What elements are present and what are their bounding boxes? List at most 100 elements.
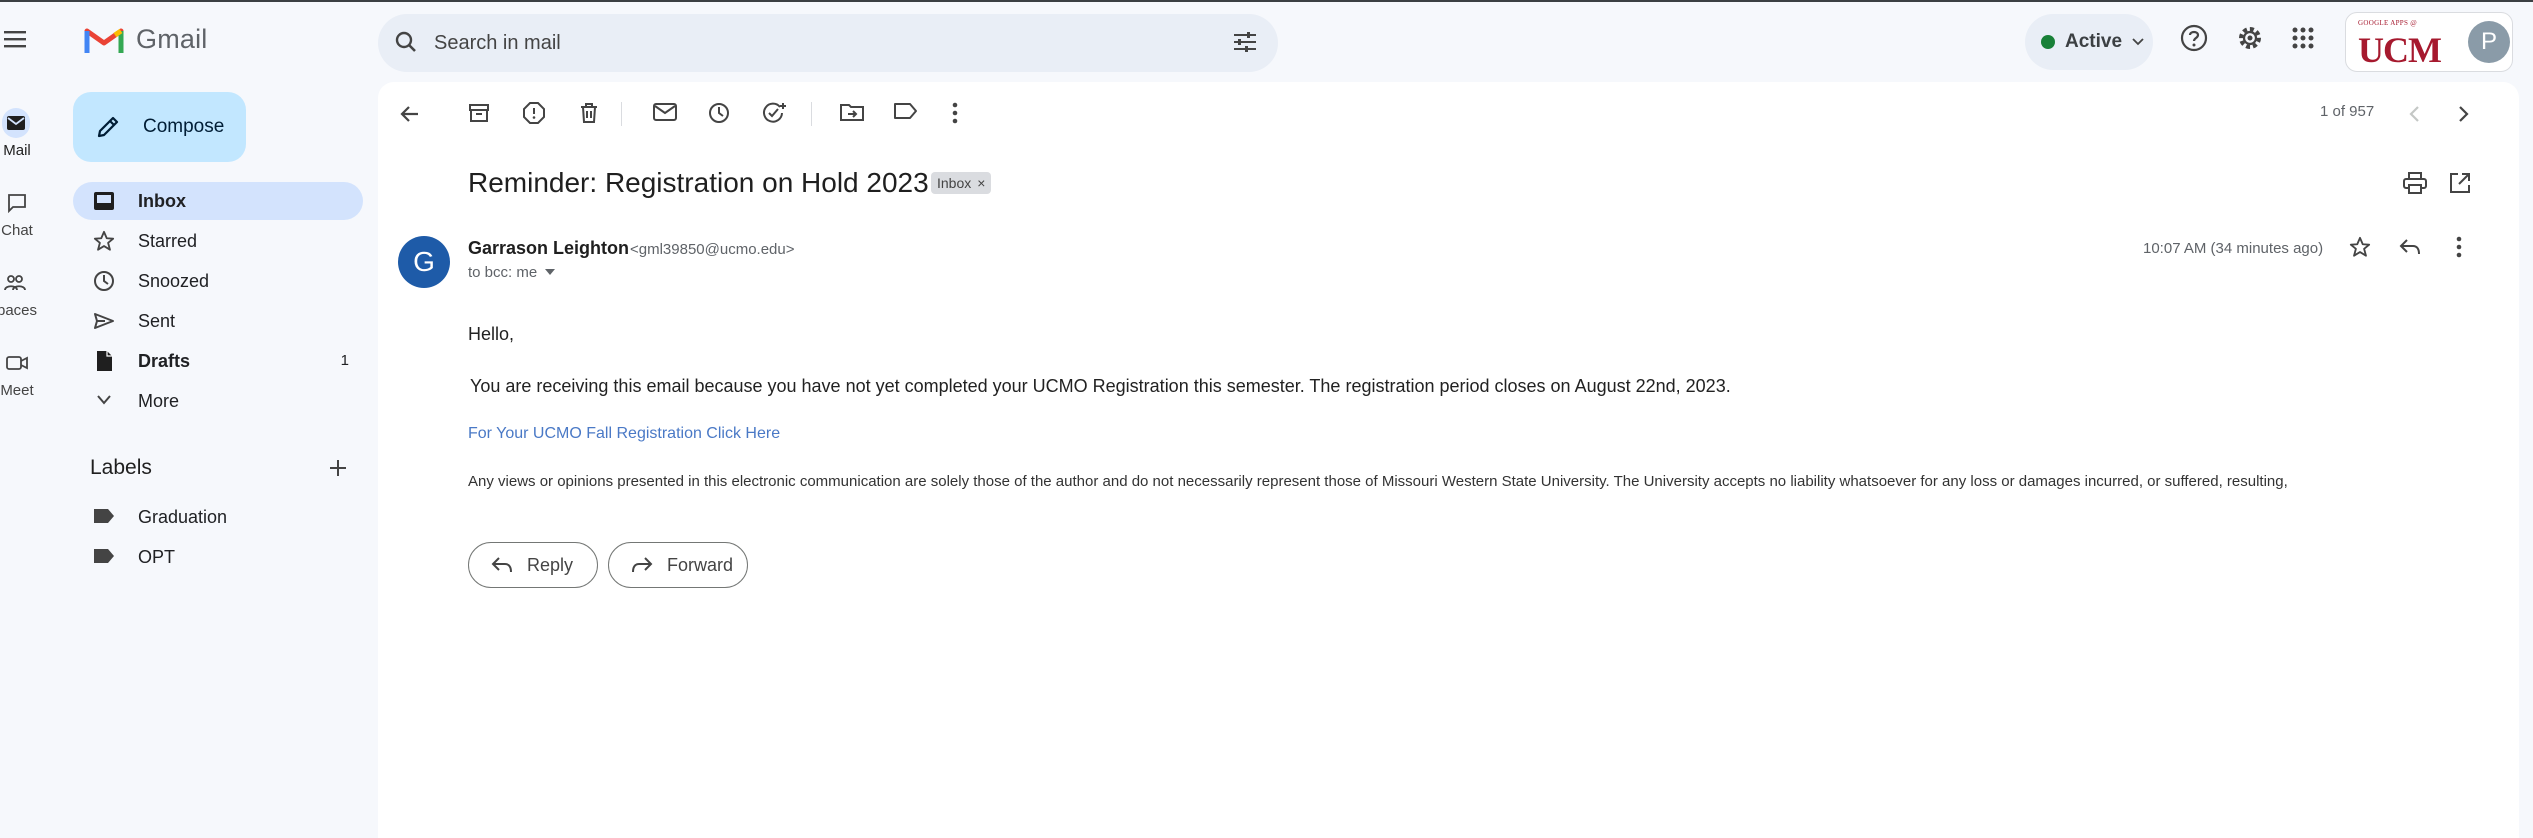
registration-link[interactable]: For Your UCMO Fall Registration Click He… bbox=[468, 425, 780, 443]
rail-mail-label: Mail bbox=[3, 142, 31, 159]
settings-gear-icon[interactable] bbox=[2236, 24, 2264, 52]
app-name: Gmail bbox=[136, 24, 208, 54]
video-camera-icon bbox=[2, 348, 32, 378]
reply-icon bbox=[491, 557, 512, 573]
chevron-down-icon bbox=[97, 395, 111, 405]
app-rail: Mail Chat paces Meet bbox=[0, 2, 58, 838]
org-logo: UCM bbox=[2358, 30, 2442, 70]
status-dot-icon bbox=[2041, 35, 2055, 49]
add-label-icon[interactable] bbox=[328, 458, 348, 478]
print-icon[interactable] bbox=[2403, 172, 2427, 194]
sidebar-item-label: Sent bbox=[138, 311, 176, 331]
label-tag-icon bbox=[93, 548, 115, 564]
sender-email: <gml39850@ucmo.edu> bbox=[630, 241, 795, 258]
clock-icon bbox=[93, 270, 115, 292]
gmail-logo[interactable]: Gmail bbox=[84, 24, 208, 55]
delete-trash-icon[interactable] bbox=[578, 102, 600, 124]
window-top-border bbox=[0, 0, 2533, 2]
sidebar-item-starred[interactable]: Starred bbox=[73, 222, 363, 260]
sidebar-item-label: Snoozed bbox=[138, 271, 210, 291]
inbox-icon bbox=[93, 190, 115, 212]
reply-button[interactable]: Reply bbox=[468, 542, 598, 588]
email-body-paragraph: You are receiving this email because you… bbox=[470, 376, 1731, 396]
sidebar-item-sent[interactable]: Sent bbox=[73, 302, 363, 340]
label-icon[interactable] bbox=[894, 102, 918, 120]
reply-label: Reply bbox=[527, 554, 574, 575]
inbox-label-text: Inbox bbox=[937, 175, 972, 191]
remove-label-icon[interactable]: × bbox=[977, 175, 985, 191]
gmail-m-icon bbox=[84, 28, 124, 53]
previous-message-icon[interactable] bbox=[2408, 106, 2420, 122]
sidebar-item-label: Starred bbox=[138, 231, 198, 251]
sidebar-item-snoozed[interactable]: Snoozed bbox=[73, 262, 363, 300]
org-logo-small-text: GOOGLE APPS @ bbox=[2358, 19, 2417, 27]
toolbar-divider bbox=[621, 102, 622, 126]
mail-icon bbox=[2, 108, 30, 138]
search-icon[interactable] bbox=[394, 30, 418, 54]
chat-icon bbox=[2, 188, 32, 218]
search-bar[interactable] bbox=[378, 14, 1278, 72]
sidebar-item-drafts[interactable]: Drafts 1 bbox=[73, 342, 363, 380]
inbox-label-chip[interactable]: Inbox × bbox=[931, 172, 992, 194]
more-options-icon[interactable] bbox=[952, 102, 958, 124]
snooze-clock-icon[interactable] bbox=[708, 102, 730, 124]
forward-label: Forward bbox=[667, 554, 734, 575]
status-label: Active bbox=[2065, 31, 2123, 52]
sidebar-label-opt[interactable]: OPT bbox=[73, 538, 363, 576]
report-spam-icon[interactable] bbox=[523, 102, 545, 124]
forward-icon bbox=[632, 557, 653, 573]
sidebar-item-more[interactable]: More bbox=[73, 382, 363, 420]
hamburger-menu-icon bbox=[4, 31, 26, 48]
apps-grid-icon[interactable] bbox=[2292, 27, 2314, 49]
open-in-new-window-icon[interactable] bbox=[2449, 172, 2471, 194]
compose-button[interactable]: Compose bbox=[73, 92, 246, 162]
next-message-icon[interactable] bbox=[2458, 106, 2470, 122]
help-icon[interactable] bbox=[2180, 24, 2208, 52]
search-options-icon[interactable] bbox=[1232, 30, 1258, 54]
recipient-details[interactable]: to bcc: me bbox=[468, 264, 556, 281]
move-to-folder-icon[interactable] bbox=[840, 102, 864, 122]
caret-down-icon bbox=[545, 269, 556, 275]
email-subject: Reminder: Registration on Hold 2023 bbox=[468, 167, 929, 198]
main-menu-button[interactable] bbox=[4, 30, 26, 48]
mark-unread-icon[interactable] bbox=[653, 102, 677, 122]
back-arrow-icon[interactable] bbox=[400, 104, 420, 124]
add-to-tasks-icon[interactable] bbox=[762, 102, 788, 124]
labels-heading: Labels bbox=[90, 456, 152, 479]
rail-meet-label: Meet bbox=[0, 382, 34, 399]
label-tag-icon bbox=[93, 508, 115, 524]
status-selector[interactable]: Active bbox=[2025, 14, 2153, 70]
message-timestamp: 10:07 AM (34 minutes ago) bbox=[2143, 240, 2324, 257]
sidebar-item-label: Drafts bbox=[138, 351, 191, 371]
star-icon[interactable] bbox=[2349, 236, 2371, 258]
sidebar-item-label: OPT bbox=[138, 547, 176, 567]
pencil-icon bbox=[97, 116, 119, 138]
archive-icon[interactable] bbox=[468, 102, 490, 124]
search-input[interactable] bbox=[432, 24, 1192, 62]
message-panel: 1 of 957 Reminder: Registration on Hold … bbox=[378, 82, 2519, 838]
sidebar-label-graduation[interactable]: Graduation bbox=[73, 498, 363, 536]
account-switcher[interactable]: GOOGLE APPS @ UCM P bbox=[2345, 12, 2513, 72]
sidebar-item-label: More bbox=[138, 391, 180, 411]
sidebar-item-label: Inbox bbox=[138, 191, 186, 211]
draft-icon bbox=[93, 350, 115, 372]
star-icon bbox=[93, 230, 115, 252]
chevron-down-icon bbox=[2132, 38, 2144, 46]
reply-arrow-icon[interactable] bbox=[2399, 238, 2421, 256]
avatar[interactable]: P bbox=[2468, 21, 2510, 63]
rail-chat-label: Chat bbox=[1, 222, 33, 239]
sidebar-item-label: Graduation bbox=[138, 507, 228, 527]
forward-button[interactable]: Forward bbox=[608, 542, 748, 588]
message-more-options-icon[interactable] bbox=[2456, 236, 2462, 258]
sidebar-item-inbox[interactable]: Inbox bbox=[73, 182, 363, 220]
sender-name[interactable]: Garrason Leighton bbox=[468, 238, 629, 259]
compose-label: Compose bbox=[143, 116, 225, 137]
sender-avatar[interactable]: G bbox=[398, 236, 450, 288]
recipient-text: to bcc: me bbox=[468, 264, 538, 281]
toolbar-divider bbox=[811, 102, 812, 126]
send-icon bbox=[93, 310, 115, 332]
email-greeting: Hello, bbox=[468, 324, 515, 344]
rail-spaces-label: paces bbox=[0, 302, 38, 319]
email-disclaimer: Any views or opinions presented in this … bbox=[468, 473, 2288, 490]
sidebar-item-count: 1 bbox=[340, 352, 349, 369]
